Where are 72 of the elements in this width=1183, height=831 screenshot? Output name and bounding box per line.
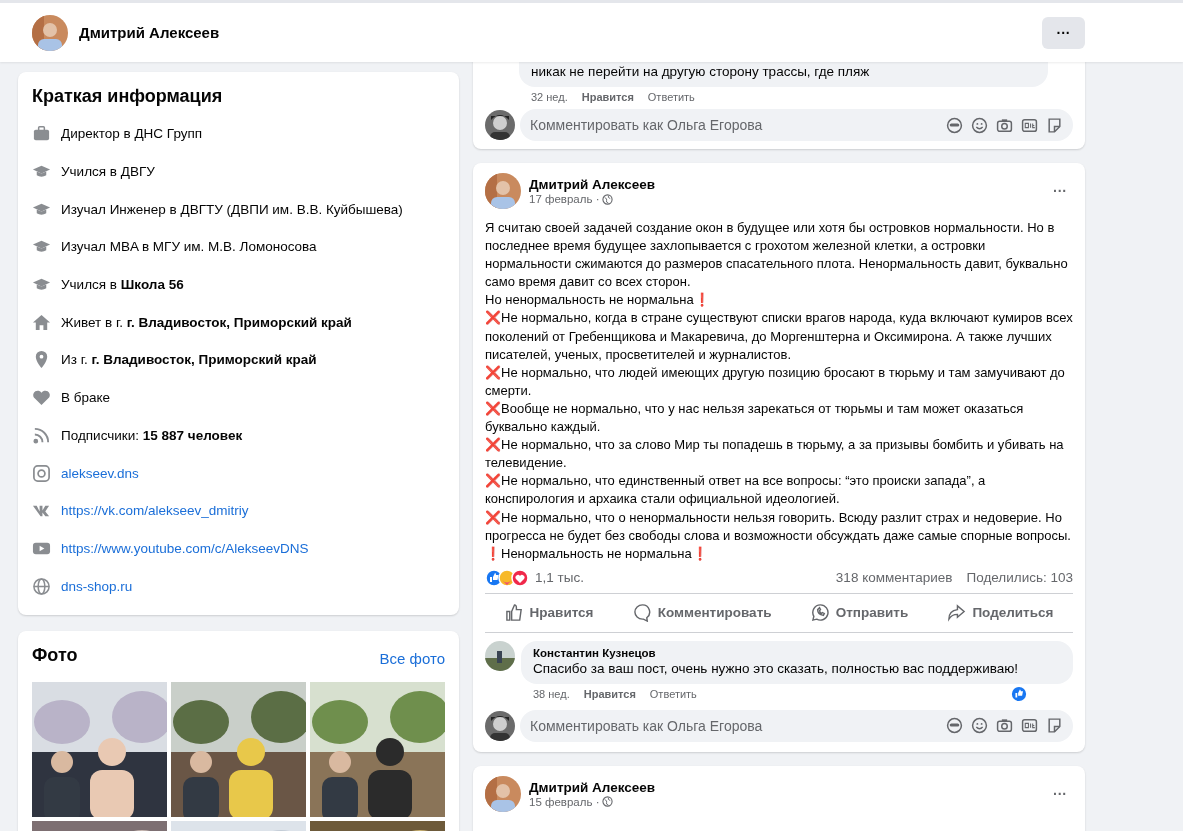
- phone-bubble-icon: [810, 603, 830, 623]
- post-paragraph: Но ненормальность не нормальна❗: [485, 291, 711, 310]
- heart-icon: [32, 388, 51, 408]
- more-button[interactable]: ···: [1047, 182, 1073, 200]
- emoji-icon[interactable]: [971, 717, 988, 735]
- author-name[interactable]: Дмитрий Алексеев: [529, 779, 1039, 795]
- gif-icon[interactable]: [1021, 717, 1038, 735]
- speech-bubble-icon: [632, 603, 652, 623]
- emoji-icon[interactable]: [971, 116, 988, 134]
- comment-input[interactable]: Комментировать как Ольга Егорова: [520, 109, 1073, 141]
- intro-text: Учился в ДВГУ: [61, 164, 155, 180]
- intro-text: Живет в г. г. Владивосток, Приморский край: [61, 314, 352, 330]
- like-icon: [1011, 685, 1027, 702]
- sticker-icon[interactable]: [1046, 116, 1063, 134]
- reaction-count[interactable]: 1,1 тыс.: [535, 570, 584, 586]
- comment-text: никак не перейти на другую сторону трассы, где пляж: [531, 64, 871, 79]
- photos-title: Фото: [32, 644, 78, 666]
- post-paragraph: ❌Вообще не нормально, что у нас нельзя зарекаться от тюрьмы и там может оказаться буквально каждый.: [485, 399, 1025, 437]
- post-date[interactable]: 15 февраль ·: [529, 795, 600, 808]
- like-link[interactable]: Нравится: [581, 91, 634, 103]
- intro-text: Подписчики: 15 887 человек: [61, 427, 243, 443]
- reply-link[interactable]: Ответить: [649, 687, 697, 700]
- share-count[interactable]: Поделились: 103: [966, 570, 1073, 586]
- comment-time: 32 нед.: [531, 91, 568, 103]
- all-photos-link[interactable]: Все фото: [379, 649, 445, 667]
- home-icon: [32, 312, 51, 332]
- instagram-icon: [32, 463, 51, 483]
- send-button[interactable]: Отправить: [800, 596, 919, 629]
- share-button[interactable]: Поделиться: [937, 596, 1064, 629]
- sticker-icon[interactable]: [1046, 717, 1063, 735]
- intro-text: В браке: [61, 390, 111, 406]
- intro-text: Директор в ДНС Групп: [61, 126, 203, 142]
- share-arrow-icon: [947, 603, 967, 623]
- more-button[interactable]: ···: [1047, 784, 1073, 803]
- intro-text: Из г. г. Владивосток, Приморский край: [61, 352, 317, 368]
- comment-count[interactable]: 318 комментариев: [835, 570, 953, 586]
- like-button[interactable]: Нравится: [494, 596, 604, 629]
- post-paragraph: ❗Ненормальность не нормальна❗: [485, 544, 709, 563]
- post-date[interactable]: 17 февраль ·: [529, 193, 600, 205]
- intro-text: Изучал MBA в МГУ им. М.В. Ломоносова: [61, 239, 317, 255]
- globe-icon: [32, 576, 51, 596]
- more-button[interactable]: ···: [1042, 16, 1085, 49]
- profile-link[interactable]: alekseev.dns: [61, 465, 139, 481]
- reply-link[interactable]: Ответить: [647, 91, 695, 103]
- post-paragraph: ❌Не нормально, что людей имеющих другую позицию бросают в тюрьму и там замучивают до смерти.: [485, 363, 1066, 400]
- post-paragraph: Я считаю своей задачей создание окон в будущее или хотя бы островков нормальности. Но в последнее время будущее захлопывается с грохотом железной клетки, а островки нормальности сжимаются до размеров спасательного плота. Ненормальность давит, буквально само время давит со всех сторон.: [485, 219, 1069, 292]
- comment-input[interactable]: Комментировать как Ольга Егорова: [520, 709, 1073, 742]
- globe-icon: [602, 796, 614, 808]
- thumbs-up-icon: [504, 603, 524, 623]
- feed-icon: [32, 425, 51, 445]
- profile-link[interactable]: https://www.youtube.com/c/AlekseevDNS: [61, 540, 309, 556]
- profile-link[interactable]: https://vk.com/alekseev_dmitriy: [61, 503, 249, 519]
- profile-name[interactable]: Дмитрий Алексеев: [79, 24, 1042, 41]
- profile-link[interactable]: dns-shop.ru: [61, 578, 133, 594]
- comment-text: Спасибо за ваш пост, очень нужно это сказать, полностью вас поддерживаю!: [533, 660, 1020, 676]
- comment-author[interactable]: Константин Кузнецов: [533, 646, 1061, 659]
- intro-title: Краткая информация: [32, 86, 224, 107]
- post-paragraph: ❌Не нормально, что о ненормальности нельзя говорить. Всюду разлит страх и недоверие. Но прогресса не будет без свободы слова и возможности обсуждать даже самые спорные вопросы.: [485, 508, 1072, 545]
- intro-text: Учился в Школа 56: [61, 277, 184, 293]
- comment-time: 38 нед.: [533, 687, 570, 700]
- reactions-icon: [485, 568, 531, 587]
- like-link[interactable]: Нравится: [583, 687, 636, 700]
- comment-button[interactable]: Комментировать: [622, 596, 782, 629]
- post-paragraph: ❌Не нормально, что единственный ответ на все вопросы: “это происки запада”, а конспирология и архаика стали официальной идеологией.: [485, 472, 987, 509]
- intro-text: Изучал Инженер в ДВГТУ (ДВПИ им. В.В. Куйбышева): [61, 201, 403, 217]
- gif-icon[interactable]: [1021, 116, 1038, 134]
- camera-icon[interactable]: [996, 116, 1013, 134]
- author-name[interactable]: Дмитрий Алексеев: [529, 177, 1039, 192]
- post-paragraph: ❌Не нормально, что за слово Мир ты попадешь в тюрьму, а за призывы бомбить и убивать на телевидение.: [485, 436, 1065, 473]
- camera-icon[interactable]: [996, 717, 1013, 735]
- post-paragraph: ❌Не нормально, когда в стране существуют списки врагов народа, куда включают кумиров всех поколений от Гребенщикова и Макаревича, до Моргенштерна и Оксимирона. А также лучших писателей, ученых, просветителей и журналистов.: [485, 309, 1073, 364]
- globe-icon: [602, 193, 614, 205]
